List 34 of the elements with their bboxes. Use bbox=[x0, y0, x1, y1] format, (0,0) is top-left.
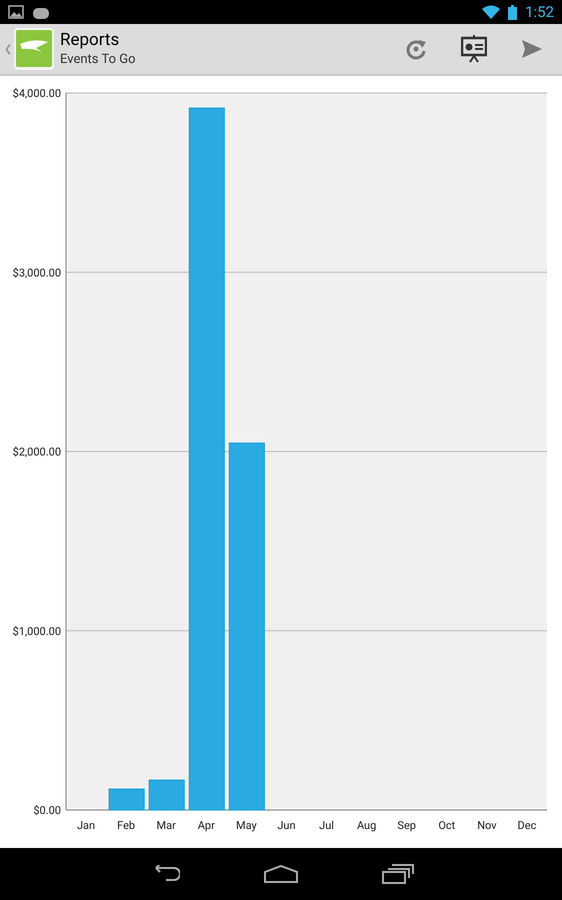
y-tick-label: $1,000.00 bbox=[12, 624, 61, 638]
presentation-board-icon bbox=[461, 35, 487, 63]
y-tick-label: $4,000.00 bbox=[12, 87, 61, 100]
x-tick-label: Oct bbox=[438, 819, 456, 832]
x-tick-label: Sep bbox=[397, 819, 416, 832]
app-home-button[interactable]: ❮ bbox=[0, 24, 54, 74]
x-tick-label: Aug bbox=[356, 819, 376, 832]
screen-subtitle: Events To Go bbox=[60, 52, 136, 68]
recent-apps-icon bbox=[382, 864, 414, 884]
app-logo-icon bbox=[14, 28, 54, 70]
x-tick-label: Feb bbox=[117, 819, 136, 832]
clock: 1:52 bbox=[525, 2, 554, 23]
bar bbox=[148, 780, 185, 810]
x-tick-label: Jul bbox=[319, 819, 334, 832]
x-tick-label: Apr bbox=[198, 819, 215, 832]
x-tick-label: Mar bbox=[156, 819, 176, 832]
wifi-icon bbox=[482, 5, 500, 19]
bar bbox=[108, 788, 145, 810]
y-tick-label: $0.00 bbox=[33, 804, 61, 817]
battery-icon bbox=[508, 4, 518, 20]
y-tick-label: $3,000.00 bbox=[12, 266, 61, 280]
screen-title: Reports bbox=[60, 30, 120, 52]
home-icon bbox=[264, 865, 298, 883]
x-tick-label: Nov bbox=[477, 819, 497, 832]
x-tick-label: May bbox=[236, 819, 257, 832]
y-tick-label: $2,000.00 bbox=[12, 446, 61, 458]
send-icon bbox=[522, 40, 542, 58]
refresh-icon bbox=[405, 38, 427, 60]
x-tick-label: Jan bbox=[76, 819, 96, 832]
x-tick-label: Jun bbox=[277, 819, 296, 832]
home-button[interactable] bbox=[264, 865, 298, 883]
x-tick-label: Dec bbox=[518, 819, 536, 832]
recent-apps-button[interactable] bbox=[382, 864, 414, 884]
image-icon bbox=[8, 5, 24, 19]
